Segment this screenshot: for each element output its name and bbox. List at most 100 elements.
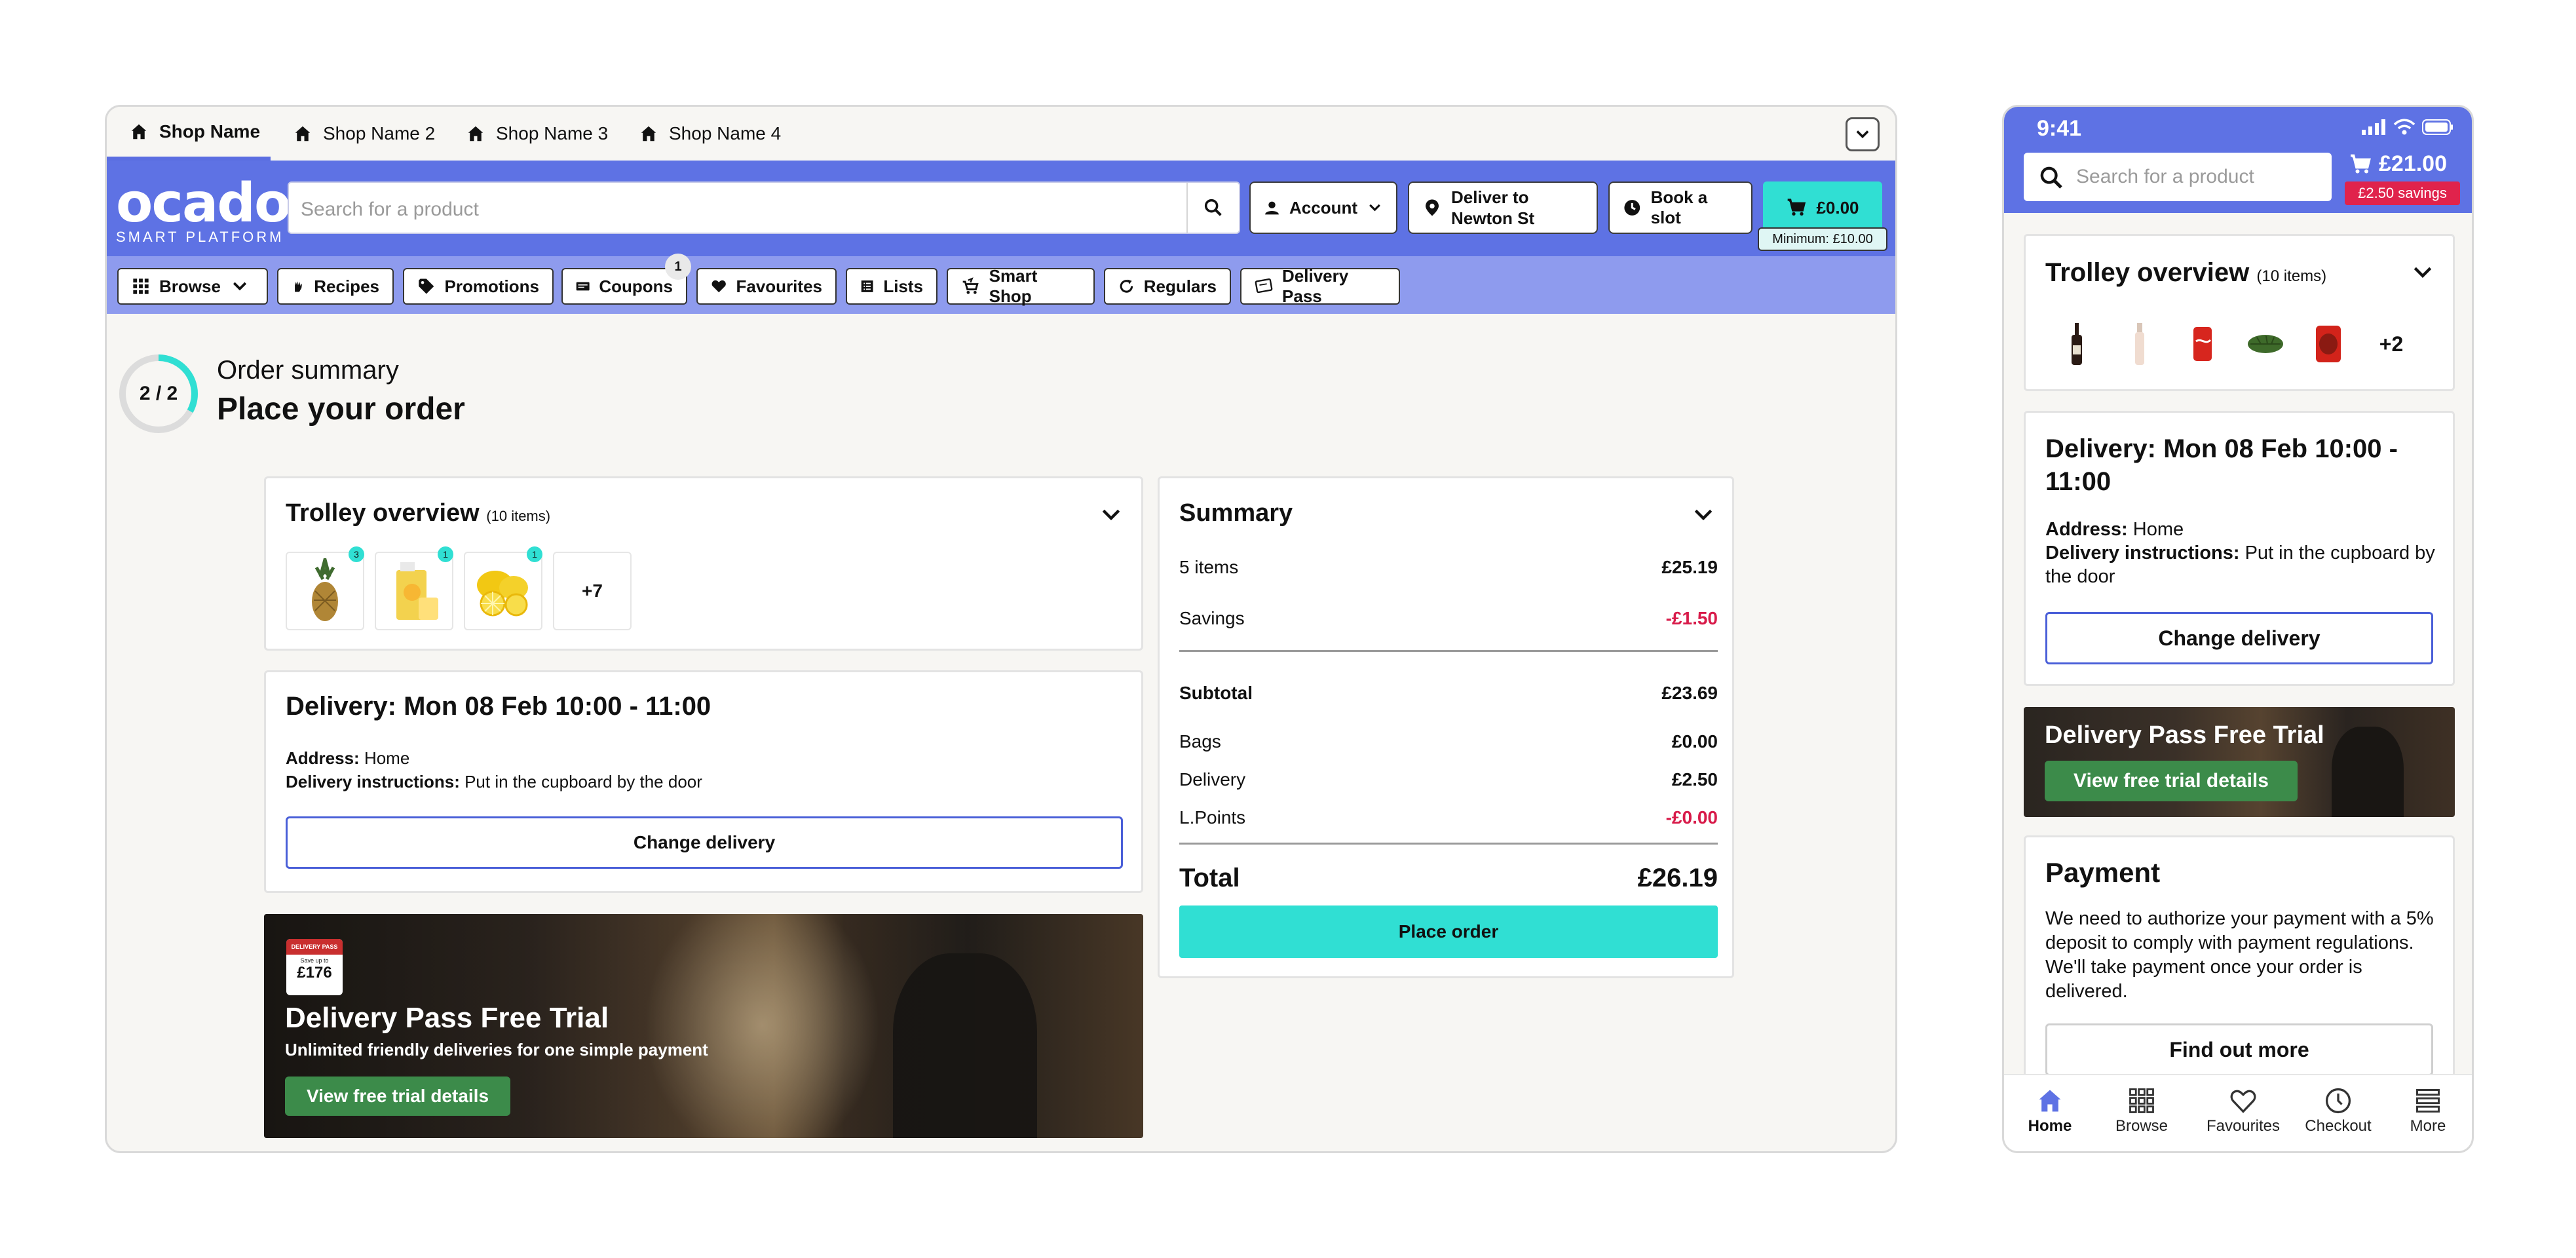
items-value: £25.19 [1661, 557, 1718, 577]
find-out-more-button[interactable]: Find out more [2045, 1023, 2433, 1076]
nav-promotions[interactable]: Promotions [403, 268, 554, 305]
delivery-title: Delivery: Mon 08 Feb 10:00 - 11:00 [286, 692, 711, 721]
book-slot-label: Book a slot [1650, 187, 1708, 227]
category-nav: Browse Recipes Promotions Coupons 1 Favo… [107, 254, 1895, 314]
bottom-tab-bar: Home Browse Favourites Checkout More [2004, 1074, 2472, 1151]
trolley-title-text: Trolley overview [2045, 258, 2250, 287]
tab-shop-name[interactable]: Shop Name [107, 107, 271, 161]
delivery-title: Delivery: Mon 08 Feb 10:00 - 11:00 [2045, 434, 2398, 496]
cart-minimum-label: Minimum: £10.00 [1758, 227, 1887, 251]
smart-cart-icon [962, 277, 979, 294]
tab-shop-name-2[interactable]: Shop Name 2 [271, 107, 444, 161]
summary-title: Summary [1179, 499, 1293, 527]
trolley-item[interactable] [2309, 321, 2348, 367]
trolley-item[interactable] [2120, 321, 2159, 367]
status-time: 9:41 [2037, 116, 2082, 141]
delivery-address: Address: Home [2045, 518, 2438, 541]
change-delivery-button[interactable]: Change delivery [286, 816, 1123, 869]
payment-body: We need to authorize your payment with a… [2045, 908, 2434, 1002]
search-placeholder: Search for a product [2076, 166, 2254, 187]
search-input[interactable]: Search for a product [288, 181, 1240, 234]
total-value: £26.19 [1637, 864, 1718, 892]
chevron-down-icon[interactable] [1690, 502, 1716, 528]
tab-browse[interactable]: Browse [2096, 1084, 2188, 1135]
delivery-pass-banner[interactable]: Delivery Pass Free Trial View free trial… [2024, 707, 2455, 817]
tab-label: Shop Name 2 [323, 123, 436, 143]
promo-title: Delivery Pass Free Trial [2045, 721, 2324, 749]
trolley-item[interactable] [2057, 321, 2096, 367]
home-icon [468, 126, 483, 142]
cart-icon [1788, 199, 1806, 216]
trolley-title-text: Trolley overview [286, 499, 480, 527]
book-slot-button[interactable]: Book a slot [1608, 181, 1752, 234]
cart-button[interactable]: £21.00 [2349, 151, 2447, 177]
trolley-item[interactable] [2183, 321, 2222, 367]
tab-checkout[interactable]: Checkout [2292, 1084, 2384, 1135]
wifi-icon [2393, 119, 2415, 135]
trolley-item[interactable]: 1 [464, 546, 542, 630]
subtotal-value: £23.69 [1661, 683, 1718, 703]
ocado-logo[interactable]: ocado SMART PLATFORM [116, 177, 291, 246]
home-icon [641, 126, 656, 142]
tab-shop-name-3[interactable]: Shop Name 3 [444, 107, 616, 161]
nav-coupons[interactable]: Coupons 1 [561, 254, 691, 305]
trolley-more-items[interactable]: +7 [553, 552, 632, 630]
nav-delivery-pass[interactable]: Delivery Pass [1240, 266, 1400, 306]
pineapple-icon [312, 558, 338, 621]
trolley-more-items[interactable]: +2 [2372, 321, 2411, 367]
user-icon [1265, 201, 1279, 215]
search-input[interactable]: Search for a product [2024, 153, 2332, 201]
trolley-item[interactable]: 3 [286, 546, 364, 630]
juice-carton-icon [396, 562, 438, 620]
lpoints-value: -£0.00 [1665, 807, 1718, 828]
nav-recipes[interactable]: Recipes [277, 268, 394, 305]
chevron-down-icon[interactable] [1098, 502, 1124, 528]
bags-value: £0.00 [1671, 731, 1718, 752]
trolley-item[interactable]: 1 [375, 546, 453, 630]
chevron-down-icon[interactable] [2410, 259, 2436, 286]
account-button[interactable]: Account [1249, 181, 1397, 234]
place-order-button[interactable]: Place order [1179, 905, 1718, 958]
cart-button[interactable]: £0.00 [1763, 181, 1882, 234]
tabs-expand-button[interactable] [1846, 117, 1880, 151]
nav-regulars[interactable]: Regulars [1104, 268, 1231, 305]
tab-home[interactable]: Home [2004, 1084, 2096, 1135]
list-icon [861, 280, 873, 292]
summary-items-row: 5 items £25.19 [1179, 557, 1718, 578]
step-title: Order summary [217, 356, 399, 385]
lemons-icon [477, 571, 528, 617]
nav-browse[interactable]: Browse [117, 268, 268, 305]
delivery-instructions: Delivery instructions: Put in the cupboa… [2045, 541, 2438, 588]
nav-lists[interactable]: Lists [846, 268, 938, 305]
subtotal-label: Subtotal [1179, 683, 1253, 703]
nav-smart-shop[interactable]: Smart Shop [947, 266, 1095, 306]
instructions-label: Delivery instructions: [286, 772, 460, 791]
clock-icon [1624, 200, 1640, 216]
progress-step-text: 2 / 2 [139, 383, 178, 404]
search-button[interactable] [1186, 183, 1239, 233]
nav-favourites[interactable]: Favourites [696, 268, 837, 305]
delivery-pass-banner[interactable]: DELIVERY PASS Save up to £176 Delivery P… [264, 914, 1143, 1138]
instructions-label: Delivery instructions: [2045, 543, 2240, 563]
badge-mid: Save up to [300, 957, 329, 964]
change-delivery-button[interactable]: Change delivery [2045, 612, 2433, 664]
payment-card: Payment We need to authorize your paymen… [2024, 835, 2455, 1097]
view-trial-button[interactable]: View free trial details [285, 1077, 510, 1116]
refresh-icon [1120, 279, 1133, 293]
leafy-greens-icon [2248, 335, 2283, 353]
tab-favourites[interactable]: Favourites [2194, 1084, 2292, 1135]
deliver-to-button[interactable]: Deliver to Newton St [1408, 181, 1598, 234]
delivery-pass-icon [1255, 278, 1273, 294]
tab-more[interactable]: More [2385, 1084, 2471, 1135]
tab-shop-name-4[interactable]: Shop Name 4 [616, 107, 789, 161]
summary-card: Summary 5 items £25.19 Savings -£1.50 Su… [1158, 476, 1734, 978]
trolley-item[interactable] [2246, 321, 2285, 367]
nav-label: Delivery Pass [1282, 266, 1349, 306]
home-icon [295, 126, 311, 142]
view-trial-button[interactable]: View free trial details [2045, 761, 2298, 801]
total-label: Total [1179, 864, 1240, 892]
tab-label: Shop Name 3 [496, 123, 609, 143]
delivery-card: Delivery: Mon 08 Feb 10:00 - 11:00 Addre… [264, 670, 1143, 893]
banner-photo-figure [2332, 727, 2404, 817]
coupon-icon [576, 282, 590, 291]
